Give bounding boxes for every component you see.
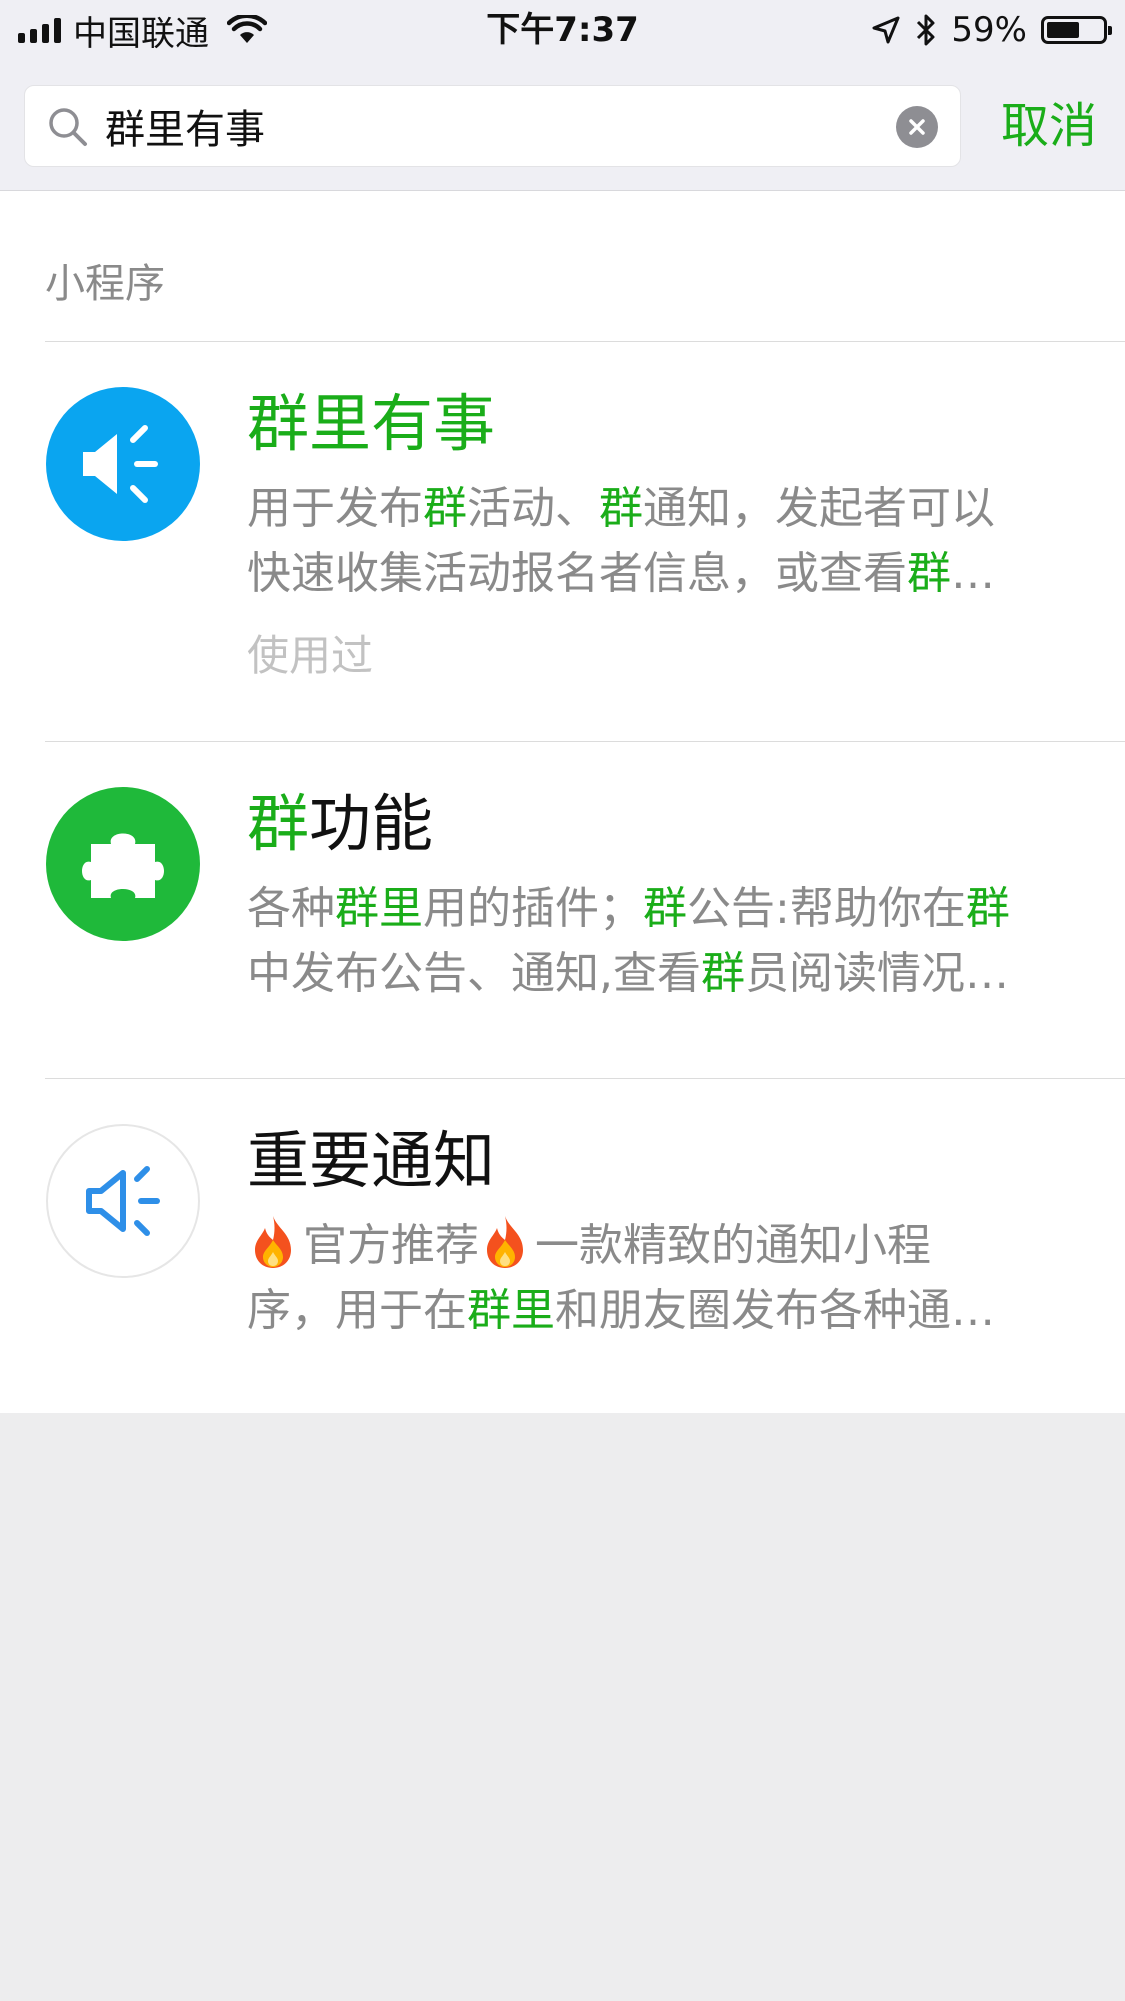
description-line: 序，用于在群里和朋友圈发布各种通…	[247, 1278, 1077, 1343]
result-title: 群功能	[247, 786, 433, 862]
puzzle-icon	[46, 787, 200, 941]
keyword-highlight: 群	[907, 548, 951, 599]
status-right: 59%	[871, 8, 1112, 52]
fire-icon	[487, 1216, 523, 1268]
megaphone-icon	[46, 387, 200, 541]
results-panel: 小程序 群里有事 用于发布群活动、群通知，发起者可以 快速收集活动报名者信息，或查…	[0, 191, 1125, 1413]
result-title: 重要通知	[247, 1123, 495, 1199]
result-title: 群里有事	[247, 386, 495, 462]
keyword-highlight: 群	[423, 483, 467, 534]
text-segment: 活动、	[467, 483, 599, 534]
keyword-highlight: 群	[701, 948, 745, 999]
text-segment: 重要通知	[247, 1124, 496, 1197]
location-arrow-icon	[872, 16, 900, 44]
bluetooth-icon	[917, 14, 935, 46]
close-icon	[909, 119, 925, 135]
app-icon	[45, 786, 201, 942]
search-header: 取消	[0, 60, 1125, 191]
text-segment: 快速收集活动报名者信息，或查看	[247, 548, 907, 599]
clear-search-button[interactable]	[896, 106, 938, 148]
divider	[45, 741, 1125, 742]
text-segment: 和朋友圈发布各种通…	[555, 1285, 995, 1336]
section-header-mini-programs: 小程序	[45, 261, 165, 307]
text-segment: 用的插件；	[423, 883, 643, 934]
description-line: 用于发布群活动、群通知，发起者可以	[247, 476, 1077, 541]
description-line: 中发布公告、通知,查看群员阅读情况…	[247, 941, 1077, 1006]
text-segment: 官方推荐	[303, 1220, 479, 1271]
keyword-highlight: 群	[643, 883, 687, 934]
search-input[interactable]	[105, 86, 895, 166]
app-icon	[45, 386, 201, 542]
result-item-qungongneng[interactable]: 群功能 各种群里用的插件；群公告:帮助你在群 中发布公告、通知,查看群员阅读情况…	[0, 786, 1125, 1046]
text-segment: 中发布公告、通知,查看	[247, 948, 701, 999]
description-line: 各种群里用的插件；群公告:帮助你在群	[247, 876, 1077, 941]
result-description: 官方推荐 一款精致的通知小程序，用于在群里和朋友圈发布各种通…	[247, 1213, 1077, 1343]
keyword-highlight: 群里	[467, 1285, 555, 1336]
keyword-highlight: 群里	[335, 883, 423, 934]
result-description: 各种群里用的插件；群公告:帮助你在群 中发布公告、通知,查看群员阅读情况…	[247, 876, 1077, 1006]
divider	[45, 341, 1125, 342]
keyword-highlight: 群	[965, 883, 1010, 934]
description-line: 官方推荐 一款精致的通知小程	[247, 1213, 1077, 1278]
search-box[interactable]	[24, 85, 961, 167]
keyword-highlight: 群	[247, 787, 310, 860]
text-segment: 用于发布	[247, 483, 423, 534]
text-segment: …	[951, 548, 995, 599]
text-segment: 序，用于在	[247, 1285, 467, 1336]
divider	[45, 1078, 1125, 1079]
battery-level-fill	[1047, 22, 1079, 38]
text-segment: 通知，发起者可以	[643, 483, 995, 534]
text-segment: 各种	[247, 883, 335, 934]
text-segment: 员阅读情况…	[745, 948, 1009, 999]
used-before-label: 使用过	[247, 631, 374, 680]
fire-icon	[255, 1216, 291, 1268]
text-segment: 公告:帮助你在	[687, 883, 966, 934]
battery-icon	[1041, 16, 1112, 44]
speaker-outline-icon	[46, 1124, 200, 1278]
app-icon	[45, 1123, 201, 1279]
cancel-button[interactable]: 取消	[1001, 94, 1097, 158]
text-segment: 一款精致的通知小程	[535, 1220, 931, 1271]
battery-percent: 59%	[951, 10, 1027, 50]
keyword-highlight: 群里有事	[247, 387, 496, 460]
result-item-zhongyaotongzhi[interactable]: 重要通知 官方推荐 一款精致的通知小程序，用于在群里和朋友圈发布各种通…	[0, 1123, 1125, 1383]
search-icon	[49, 108, 87, 146]
keyword-highlight: 群	[599, 483, 643, 534]
result-description: 用于发布群活动、群通知，发起者可以 快速收集活动报名者信息，或查看群…	[247, 476, 1077, 606]
description-line: 快速收集活动报名者信息，或查看群…	[247, 541, 1077, 606]
text-segment: 功能	[309, 787, 434, 860]
status-bar: 中国联通 下午7:37 59%	[0, 0, 1125, 60]
